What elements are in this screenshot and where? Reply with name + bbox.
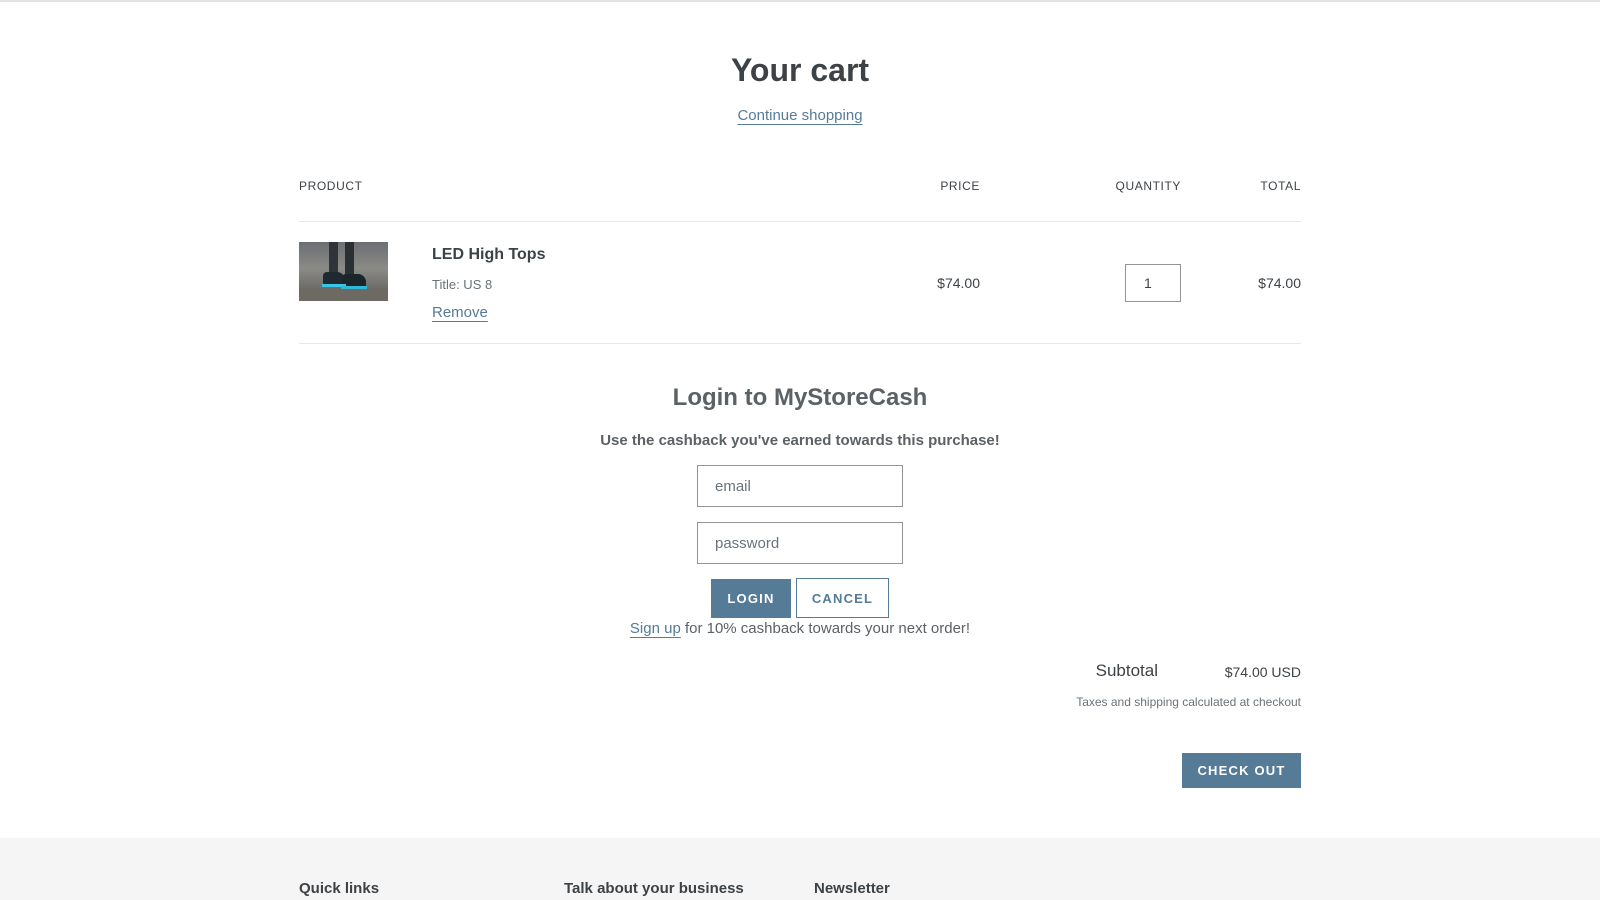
header-quantity: QUANTITY	[1115, 179, 1181, 193]
cancel-button[interactable]: CANCEL	[796, 578, 889, 618]
login-button[interactable]: LOGIN	[711, 579, 791, 618]
footer-heading-quick-links: Quick links	[299, 880, 380, 897]
footer-heading-newsletter: Newsletter	[814, 880, 890, 897]
signup-link[interactable]: Sign up	[630, 620, 681, 637]
tax-note: Taxes and shipping calculated at checkou…	[1076, 695, 1301, 709]
continue-shopping-link[interactable]: Continue shopping	[737, 107, 862, 124]
email-field[interactable]	[697, 465, 903, 507]
quantity-input[interactable]	[1125, 264, 1181, 302]
subtotal-value: $74.00 USD	[1224, 664, 1301, 680]
header-total: TOTAL	[1260, 179, 1301, 193]
table-divider-bottom	[299, 343, 1301, 344]
item-price: $74.00	[937, 275, 980, 291]
signup-text: for 10% cashback towards your next order…	[680, 620, 971, 637]
product-name[interactable]: LED High Tops	[432, 246, 545, 264]
password-field[interactable]	[697, 522, 903, 564]
table-divider-top	[299, 221, 1301, 222]
remove-link[interactable]: Remove	[432, 304, 488, 321]
signup-line: Sign up for 10% cashback towards your ne…	[0, 620, 1600, 637]
header-price: PRICE	[940, 179, 980, 193]
subtotal-label: Subtotal	[1095, 661, 1158, 680]
login-title: Login to MyStoreCash	[672, 384, 928, 411]
footer-heading-business: Talk about your business	[564, 880, 744, 897]
continue-shopping-row: Continue shopping	[0, 107, 1600, 124]
footer	[0, 838, 1600, 900]
item-total: $74.00	[1258, 275, 1301, 291]
login-subtitle: Use the cashback you've earned towards t…	[600, 432, 1000, 449]
header-product: PRODUCT	[299, 179, 363, 193]
checkout-button[interactable]: CHECK OUT	[1182, 753, 1301, 788]
top-border	[0, 0, 1600, 2]
product-variant: Title: US 8	[432, 277, 493, 292]
page-title: Your cart	[730, 52, 870, 88]
product-thumbnail[interactable]	[299, 242, 388, 301]
